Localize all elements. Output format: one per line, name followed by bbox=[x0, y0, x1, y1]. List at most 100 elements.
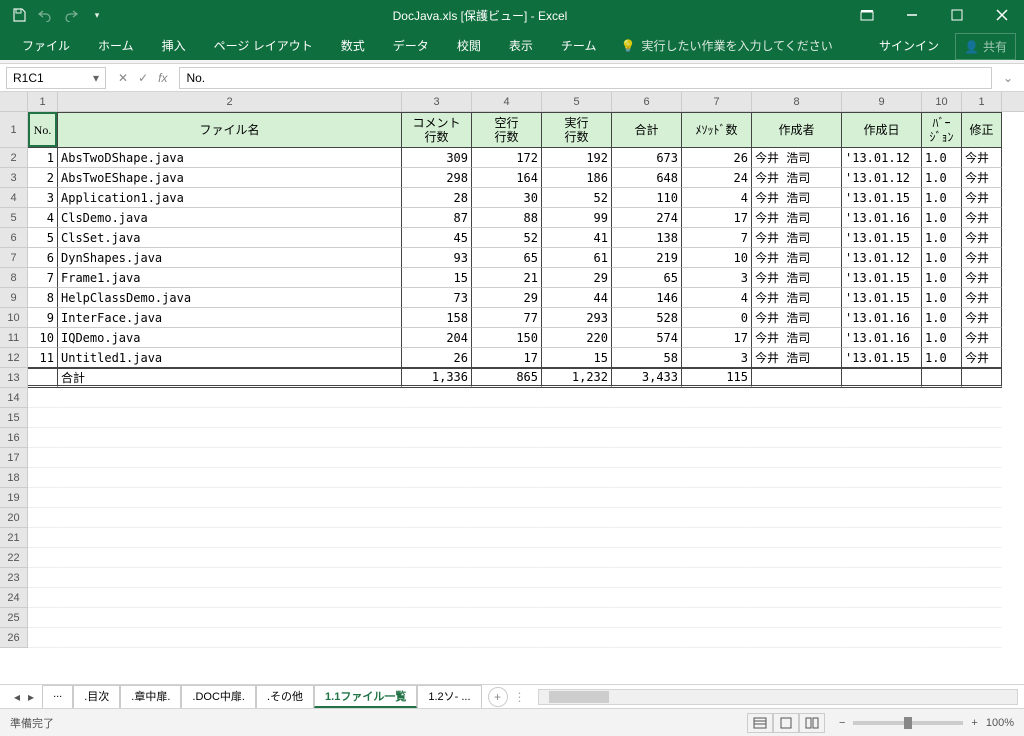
cell[interactable] bbox=[842, 408, 922, 428]
ribbon-options-icon[interactable] bbox=[844, 0, 889, 30]
cell[interactable]: 52 bbox=[472, 228, 542, 248]
row-header[interactable]: 25 bbox=[0, 608, 28, 628]
cell[interactable] bbox=[842, 448, 922, 468]
cell[interactable] bbox=[962, 508, 1002, 528]
redo-icon[interactable] bbox=[60, 4, 82, 26]
cell[interactable] bbox=[842, 528, 922, 548]
row-header[interactable]: 9 bbox=[0, 288, 28, 308]
cell[interactable]: 220 bbox=[542, 328, 612, 348]
cell[interactable] bbox=[922, 568, 962, 588]
cell[interactable] bbox=[542, 548, 612, 568]
ribbon-tab[interactable]: 表示 bbox=[495, 31, 547, 60]
cell[interactable] bbox=[612, 488, 682, 508]
cell[interactable] bbox=[842, 568, 922, 588]
cell[interactable] bbox=[472, 628, 542, 648]
cell[interactable]: 今井 bbox=[962, 148, 1002, 168]
ribbon-tab[interactable]: チーム bbox=[547, 31, 611, 60]
cell[interactable] bbox=[28, 448, 58, 468]
row-header[interactable]: 16 bbox=[0, 428, 28, 448]
row-header[interactable]: 18 bbox=[0, 468, 28, 488]
cancel-formula-icon[interactable]: ✕ bbox=[118, 71, 128, 85]
row-header[interactable]: 15 bbox=[0, 408, 28, 428]
cell[interactable]: 空行行数 bbox=[472, 112, 542, 148]
cell[interactable]: '13.01.12 bbox=[842, 248, 922, 268]
cell[interactable] bbox=[752, 488, 842, 508]
cell[interactable] bbox=[58, 508, 402, 528]
row-header[interactable]: 19 bbox=[0, 488, 28, 508]
cell[interactable] bbox=[612, 468, 682, 488]
column-header[interactable]: 6 bbox=[612, 92, 682, 112]
share-button[interactable]: 👤 共有 bbox=[955, 33, 1016, 60]
cell[interactable]: 今井 浩司 bbox=[752, 148, 842, 168]
cell[interactable] bbox=[28, 548, 58, 568]
add-sheet-button[interactable]: + bbox=[488, 687, 508, 707]
cell[interactable]: 192 bbox=[542, 148, 612, 168]
cell[interactable] bbox=[682, 488, 752, 508]
cell[interactable] bbox=[752, 428, 842, 448]
cell[interactable] bbox=[472, 588, 542, 608]
cell[interactable]: 30 bbox=[472, 188, 542, 208]
cell[interactable]: 21 bbox=[472, 268, 542, 288]
sheet-tab[interactable]: 1.2ソ- ... bbox=[417, 685, 481, 708]
cell[interactable]: 1.0 bbox=[922, 308, 962, 328]
cell[interactable] bbox=[962, 448, 1002, 468]
ribbon-tab[interactable]: 数式 bbox=[327, 31, 379, 60]
sheet-nav-prev-icon[interactable]: ◂ bbox=[14, 690, 20, 704]
cell[interactable] bbox=[28, 508, 58, 528]
cell[interactable]: 1.0 bbox=[922, 268, 962, 288]
cell[interactable] bbox=[962, 488, 1002, 508]
cell[interactable] bbox=[28, 368, 58, 388]
cell[interactable]: 1.0 bbox=[922, 328, 962, 348]
cell[interactable] bbox=[402, 508, 472, 528]
cell[interactable] bbox=[542, 388, 612, 408]
cell[interactable]: 45 bbox=[402, 228, 472, 248]
cell[interactable]: HelpClassDemo.java bbox=[58, 288, 402, 308]
column-header[interactable]: 2 bbox=[58, 92, 402, 112]
cell[interactable] bbox=[28, 568, 58, 588]
cell[interactable] bbox=[58, 588, 402, 608]
cell[interactable]: 528 bbox=[612, 308, 682, 328]
ribbon-tab[interactable]: ファイル bbox=[8, 31, 84, 60]
row-header[interactable]: 13 bbox=[0, 368, 28, 388]
cell[interactable]: 0 bbox=[682, 308, 752, 328]
spreadsheet-grid[interactable]: 123456789101 123456789101112131415161718… bbox=[0, 92, 1024, 684]
cell[interactable] bbox=[842, 608, 922, 628]
cell[interactable] bbox=[402, 448, 472, 468]
cell[interactable]: 309 bbox=[402, 148, 472, 168]
cell[interactable]: 今井 bbox=[962, 268, 1002, 288]
page-layout-view-button[interactable] bbox=[773, 713, 799, 733]
cell[interactable]: 865 bbox=[472, 368, 542, 388]
cell[interactable] bbox=[58, 408, 402, 428]
cell[interactable]: 今井 bbox=[962, 288, 1002, 308]
sheet-tab[interactable]: .目次 bbox=[73, 685, 120, 708]
cell[interactable]: 今井 浩司 bbox=[752, 268, 842, 288]
cell[interactable] bbox=[752, 568, 842, 588]
cell[interactable]: 今井 浩司 bbox=[752, 248, 842, 268]
cell[interactable]: 今井 浩司 bbox=[752, 328, 842, 348]
cell[interactable]: 作成日 bbox=[842, 112, 922, 148]
cell[interactable] bbox=[682, 628, 752, 648]
cell[interactable]: 158 bbox=[402, 308, 472, 328]
cell[interactable] bbox=[28, 468, 58, 488]
cell[interactable]: 26 bbox=[682, 148, 752, 168]
cell[interactable]: 73 bbox=[402, 288, 472, 308]
tell-me[interactable]: 💡 実行したい作業を入力してください bbox=[610, 31, 842, 60]
cell[interactable]: 4 bbox=[28, 208, 58, 228]
cell[interactable]: 52 bbox=[542, 188, 612, 208]
cell[interactable] bbox=[402, 408, 472, 428]
cell[interactable] bbox=[402, 568, 472, 588]
cell[interactable]: 2 bbox=[28, 168, 58, 188]
cell[interactable] bbox=[472, 568, 542, 588]
cell[interactable]: コメント行数 bbox=[402, 112, 472, 148]
cell[interactable] bbox=[922, 628, 962, 648]
cell[interactable] bbox=[612, 568, 682, 588]
cell[interactable]: '13.01.16 bbox=[842, 208, 922, 228]
cell[interactable]: '13.01.15 bbox=[842, 188, 922, 208]
cell[interactable] bbox=[402, 528, 472, 548]
cell[interactable] bbox=[922, 388, 962, 408]
cell[interactable]: 15 bbox=[402, 268, 472, 288]
chevron-down-icon[interactable]: ▾ bbox=[93, 71, 99, 85]
cell[interactable] bbox=[612, 528, 682, 548]
cell[interactable]: 7 bbox=[682, 228, 752, 248]
cell[interactable]: 93 bbox=[402, 248, 472, 268]
